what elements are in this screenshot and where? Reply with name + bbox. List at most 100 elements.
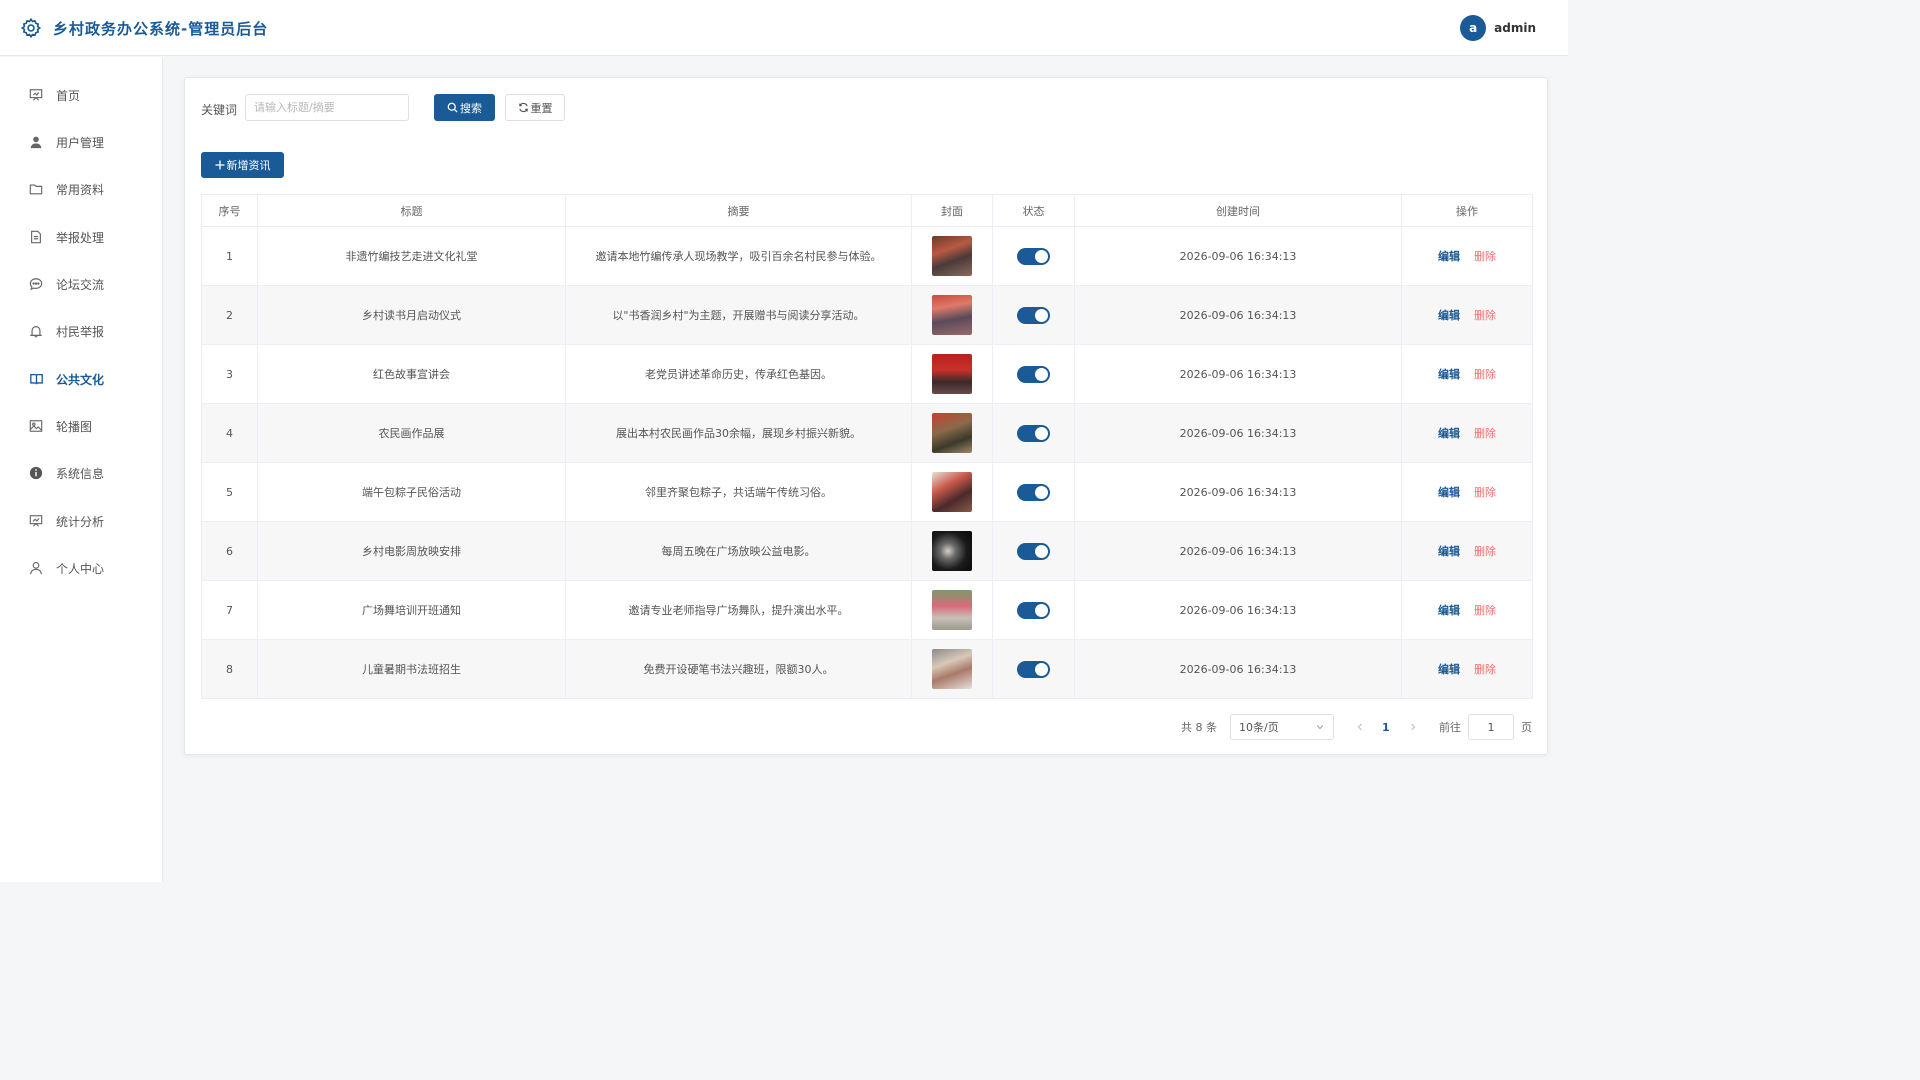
delete-button[interactable]: 删除 [1474, 309, 1496, 322]
row-title: 非遗竹编技艺走进文化礼堂 [257, 226, 566, 286]
keyword-label: 关键词 [201, 103, 238, 117]
status-toggle[interactable] [1017, 247, 1050, 265]
goto-page-input[interactable] [1468, 714, 1514, 740]
prev-page-button[interactable] [1355, 714, 1365, 740]
status-toggle[interactable] [1017, 365, 1050, 383]
delete-button[interactable]: 删除 [1474, 250, 1496, 263]
sidebar-item-forum[interactable]: 论坛交流 [0, 264, 163, 304]
row-title: 乡村电影周放映安排 [257, 521, 566, 581]
edit-button[interactable]: 编辑 [1438, 663, 1460, 676]
cover-thumbnail[interactable] [932, 354, 972, 394]
document-icon [28, 229, 44, 245]
cover-thumbnail[interactable] [932, 295, 972, 335]
cover-thumbnail[interactable] [932, 649, 972, 689]
chevron-left-icon [1357, 723, 1362, 731]
refresh-icon [518, 102, 528, 113]
sidebar-item-label: 举报处理 [56, 230, 105, 245]
edit-button[interactable]: 编辑 [1438, 368, 1460, 381]
cover-thumbnail[interactable] [932, 413, 972, 453]
chevron-right-icon [1411, 723, 1416, 731]
row-created-time: 2026-09-06 16:34:13 [1074, 226, 1402, 286]
avatar[interactable]: a [1460, 15, 1487, 41]
column-header-created: 创建时间 [1074, 194, 1402, 227]
search-button-label: 搜索 [460, 101, 482, 115]
row-index: 8 [201, 639, 258, 699]
sidebar-item-public-culture[interactable]: 公共文化 [0, 359, 163, 399]
cover-thumbnail[interactable] [932, 236, 972, 276]
user-menu[interactable]: a admin [1460, 15, 1536, 41]
cover-thumbnail[interactable] [932, 531, 972, 571]
goto-suffix: 页 [1521, 721, 1532, 734]
sidebar-item-label: 系统信息 [56, 466, 105, 481]
sidebar-item-common-docs[interactable]: 常用资料 [0, 169, 163, 209]
row-title: 广场舞培训开班通知 [257, 580, 566, 640]
delete-button[interactable]: 删除 [1474, 545, 1496, 558]
table-row: 7 广场舞培训开班通知 邀请专业老师指导广场舞队，提升演出水平。 2026-09… [201, 580, 1533, 640]
table-row: 2 乡村读书月启动仪式 以"书香润乡村"为主题，开展赠书与阅读分享活动。 202… [201, 285, 1533, 345]
add-news-button-label: 新增资讯 [226, 159, 271, 172]
edit-button[interactable]: 编辑 [1438, 604, 1460, 617]
edit-button[interactable]: 编辑 [1438, 427, 1460, 440]
table-row: 1 非遗竹编技艺走进文化礼堂 邀请本地竹编传承人现场教学，吸引百余名村民参与体验… [201, 226, 1533, 286]
sidebar-item-label: 轮播图 [56, 419, 93, 434]
username[interactable]: admin [1494, 21, 1536, 35]
sidebar-item-users[interactable]: 用户管理 [0, 122, 163, 162]
sidebar-item-label: 统计分析 [56, 514, 105, 529]
status-toggle[interactable] [1017, 542, 1050, 560]
delete-button[interactable]: 删除 [1474, 604, 1496, 617]
dashboard-icon [28, 87, 44, 103]
status-toggle[interactable] [1017, 483, 1050, 501]
book-icon [28, 371, 44, 387]
sidebar-item-label: 用户管理 [56, 135, 105, 150]
table-row: 6 乡村电影周放映安排 每周五晚在广场放映公益电影。 2026-09-06 16… [201, 521, 1533, 581]
search-button[interactable]: 搜索 [434, 94, 495, 121]
sidebar-item-label: 常用资料 [56, 182, 105, 197]
row-index: 1 [201, 226, 258, 286]
row-index: 4 [201, 403, 258, 463]
row-index: 3 [201, 344, 258, 404]
row-title: 乡村读书月启动仪式 [257, 285, 566, 345]
row-title: 儿童暑期书法班招生 [257, 639, 566, 699]
edit-button[interactable]: 编辑 [1438, 309, 1460, 322]
page-size-select[interactable]: 10条/页 [1230, 714, 1334, 740]
table-row: 8 儿童暑期书法班招生 免费开设硬笔书法兴趣班，限额30人。 2026-09-0… [201, 639, 1533, 699]
status-toggle[interactable] [1017, 660, 1050, 678]
news-table: 序号 标题 摘要 封面 状态 创建时间 操作 1 非遗竹编技艺走进文化礼堂 邀请… [201, 194, 1533, 699]
status-toggle[interactable] [1017, 601, 1050, 619]
person-icon [28, 560, 44, 576]
search-input[interactable] [245, 94, 409, 121]
status-toggle[interactable] [1017, 424, 1050, 442]
edit-button[interactable]: 编辑 [1438, 545, 1460, 558]
row-created-time: 2026-09-06 16:34:13 [1074, 344, 1402, 404]
cover-thumbnail[interactable] [932, 472, 972, 512]
sidebar-item-statistics[interactable]: 统计分析 [0, 501, 163, 541]
row-summary: 邻里齐聚包粽子，共话端午传统习俗。 [565, 462, 912, 522]
next-page-button[interactable] [1408, 714, 1418, 740]
delete-button[interactable]: 删除 [1474, 427, 1496, 440]
sidebar-item-profile[interactable]: 个人中心 [0, 548, 163, 588]
row-created-time: 2026-09-06 16:34:13 [1074, 639, 1402, 699]
sidebar-item-label: 村民举报 [56, 324, 105, 339]
row-summary: 展出本村农民画作品30余幅，展现乡村振兴新貌。 [565, 403, 912, 463]
row-summary: 以"书香润乡村"为主题，开展赠书与阅读分享活动。 [565, 285, 912, 345]
row-created-time: 2026-09-06 16:34:13 [1074, 521, 1402, 581]
delete-button[interactable]: 删除 [1474, 486, 1496, 499]
delete-button[interactable]: 删除 [1474, 663, 1496, 676]
chart-icon [28, 513, 44, 529]
sidebar-item-system-info[interactable]: 系统信息 [0, 453, 163, 493]
sidebar-item-villager-reports[interactable]: 村民举报 [0, 311, 163, 351]
sidebar-item-home[interactable]: 首页 [0, 75, 163, 115]
page-number-current[interactable]: 1 [1382, 714, 1390, 740]
row-summary: 邀请专业老师指导广场舞队，提升演出水平。 [565, 580, 912, 640]
cover-thumbnail[interactable] [932, 590, 972, 630]
edit-button[interactable]: 编辑 [1438, 250, 1460, 263]
reset-button[interactable]: 重置 [505, 94, 565, 121]
delete-button[interactable]: 删除 [1474, 368, 1496, 381]
add-news-button[interactable]: 新增资讯 [201, 152, 284, 178]
sidebar-item-report-handling[interactable]: 举报处理 [0, 217, 163, 257]
row-created-time: 2026-09-06 16:34:13 [1074, 462, 1402, 522]
sidebar-item-carousel[interactable]: 轮播图 [0, 406, 163, 446]
row-summary: 免费开设硬笔书法兴趣班，限额30人。 [565, 639, 912, 699]
status-toggle[interactable] [1017, 306, 1050, 324]
edit-button[interactable]: 编辑 [1438, 486, 1460, 499]
